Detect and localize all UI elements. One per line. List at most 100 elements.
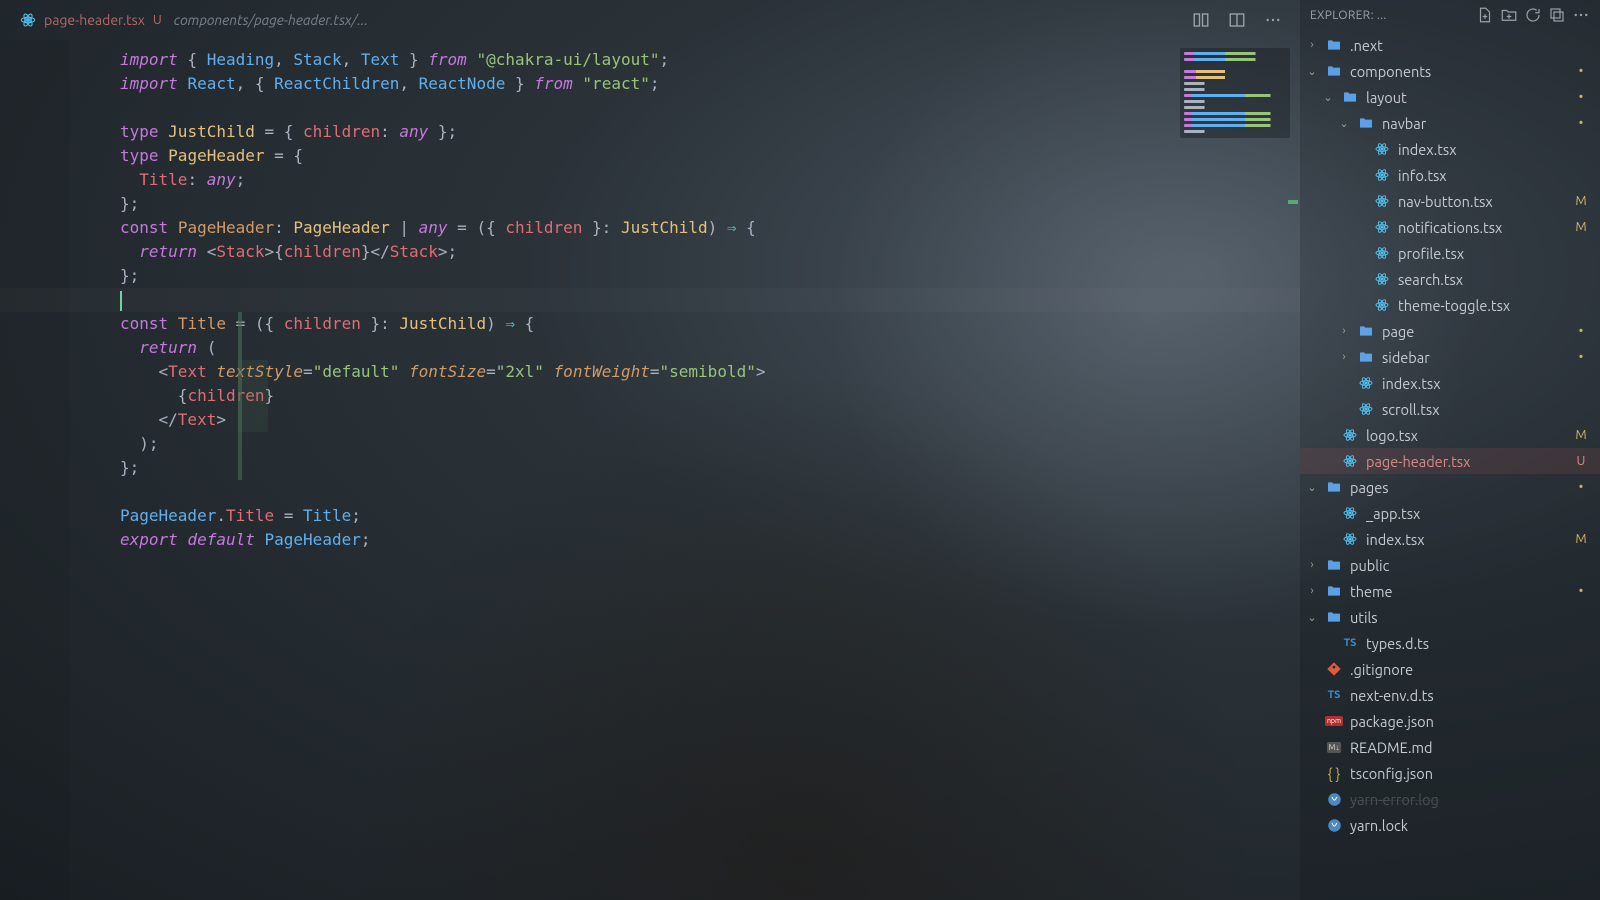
tree-file[interactable]: nav-button.tsxM xyxy=(1300,188,1600,214)
code-line[interactable]: import { Heading, Stack, Text } from "@c… xyxy=(120,48,1300,72)
code-line[interactable] xyxy=(120,480,1300,504)
code-line[interactable]: const PageHeader: PageHeader | any = ({ … xyxy=(120,216,1300,240)
tree-label: types.d.ts xyxy=(1366,635,1565,652)
git-icon xyxy=(1325,661,1343,677)
tree-label: yarn.lock xyxy=(1350,817,1565,834)
code-line[interactable]: }; xyxy=(120,456,1300,480)
tree-file[interactable]: scroll.tsx xyxy=(1300,396,1600,422)
react-icon xyxy=(1341,505,1359,521)
chevron-right-icon[interactable]: › xyxy=(1306,559,1318,571)
new-file-icon[interactable] xyxy=(1476,6,1494,24)
yarn-icon xyxy=(1325,792,1343,807)
folder-icon xyxy=(1325,63,1343,79)
code-line[interactable]: <Text textStyle="default" fontSize="2xl"… xyxy=(120,360,1300,384)
tree-file[interactable]: profile.tsx xyxy=(1300,240,1600,266)
code-editor[interactable]: import { Heading, Stack, Text } from "@c… xyxy=(0,40,1300,900)
chevron-down-icon[interactable]: ⌄ xyxy=(1306,611,1318,624)
folder-icon xyxy=(1357,115,1375,131)
tree-folder[interactable]: ⌄navbar• xyxy=(1300,110,1600,136)
tree-file[interactable]: index.tsx xyxy=(1300,136,1600,162)
tree-file[interactable]: npmpackage.json xyxy=(1300,708,1600,734)
file-tree: ›.next⌄components•⌄layout•⌄navbar•index.… xyxy=(1300,30,1600,900)
collapse-all-icon[interactable] xyxy=(1548,6,1566,24)
tree-file[interactable]: index.tsxM xyxy=(1300,526,1600,552)
tree-folder[interactable]: ⌄ pages • xyxy=(1300,474,1600,500)
chevron-right-icon[interactable]: › xyxy=(1306,585,1318,597)
tree-file[interactable]: theme-toggle.tsx xyxy=(1300,292,1600,318)
react-icon xyxy=(1341,427,1359,443)
tree-label: search.tsx xyxy=(1398,271,1565,288)
chevron-right-icon[interactable]: › xyxy=(1338,325,1350,337)
tree-folder[interactable]: ›sidebar• xyxy=(1300,344,1600,370)
tree-file[interactable]: _app.tsx xyxy=(1300,500,1600,526)
explorer-header: EXPLORER: ... xyxy=(1300,0,1600,30)
refresh-icon[interactable] xyxy=(1524,6,1542,24)
split-editor-icon[interactable] xyxy=(1228,11,1246,29)
chevron-down-icon[interactable]: ⌄ xyxy=(1322,91,1334,104)
git-status-badge: M xyxy=(1572,194,1590,208)
code-line[interactable]: }; xyxy=(120,264,1300,288)
tab-git-status: U xyxy=(153,13,162,27)
tree-folder[interactable]: ›theme• xyxy=(1300,578,1600,604)
git-status-badge: M xyxy=(1572,220,1590,234)
tree-file[interactable]: notifications.tsxM xyxy=(1300,214,1600,240)
tree-file[interactable]: yarn.lock xyxy=(1300,812,1600,838)
overview-ruler[interactable] xyxy=(1286,40,1300,900)
tree-file[interactable]: M↓README.md xyxy=(1300,734,1600,760)
code-line[interactable]: ); xyxy=(120,432,1300,456)
tree-file[interactable]: TStypes.d.ts xyxy=(1300,630,1600,656)
new-folder-icon[interactable] xyxy=(1500,6,1518,24)
tree-file[interactable]: logo.tsxM xyxy=(1300,422,1600,448)
tree-folder[interactable]: ⌄components• xyxy=(1300,58,1600,84)
tree-folder[interactable]: ›.next xyxy=(1300,32,1600,58)
react-icon xyxy=(20,12,36,28)
code-line[interactable]: Title: any; xyxy=(120,168,1300,192)
tree-label: utils xyxy=(1350,609,1565,626)
code-line[interactable]: const Title = ({ children }: JustChild) … xyxy=(120,312,1300,336)
tab-breadcrumb: components/page-header.tsx/... xyxy=(174,12,368,28)
git-status-badge: • xyxy=(1572,482,1590,492)
more-actions-icon[interactable] xyxy=(1264,11,1282,29)
code-line[interactable]: </Text> xyxy=(120,408,1300,432)
code-line[interactable] xyxy=(120,96,1300,120)
chevron-down-icon[interactable]: ⌄ xyxy=(1338,117,1350,130)
chevron-down-icon[interactable]: ⌄ xyxy=(1306,65,1318,78)
tree-folder[interactable]: ›public xyxy=(1300,552,1600,578)
chevron-right-icon[interactable]: › xyxy=(1306,39,1318,51)
code-line[interactable]: PageHeader.Title = Title; xyxy=(120,504,1300,528)
code-line[interactable]: {children} xyxy=(120,384,1300,408)
tree-file[interactable]: index.tsx xyxy=(1300,370,1600,396)
tree-file[interactable]: info.tsx xyxy=(1300,162,1600,188)
yarn-icon xyxy=(1325,818,1343,833)
code-line[interactable]: import React, { ReactChildren, ReactNode… xyxy=(120,72,1300,96)
tree-label: pages xyxy=(1350,479,1565,496)
tree-folder[interactable]: ⌄layout• xyxy=(1300,84,1600,110)
chevron-right-icon[interactable]: › xyxy=(1338,351,1350,363)
code-line[interactable]: return ( xyxy=(120,336,1300,360)
tree-folder[interactable]: ⌄ utils xyxy=(1300,604,1600,630)
code-line[interactable]: }; xyxy=(120,192,1300,216)
tree-file[interactable]: search.tsx xyxy=(1300,266,1600,292)
ts-icon: TS xyxy=(1325,689,1343,701)
chevron-down-icon[interactable]: ⌄ xyxy=(1306,481,1318,494)
code-line[interactable]: return <Stack>{children}</Stack>; xyxy=(120,240,1300,264)
git-status-badge: U xyxy=(1572,454,1590,468)
tree-file[interactable]: { }tsconfig.json xyxy=(1300,760,1600,786)
tree-file[interactable]: .gitignore xyxy=(1300,656,1600,682)
code-line[interactable]: export default PageHeader; xyxy=(120,528,1300,552)
minimap[interactable] xyxy=(1180,48,1290,138)
code-line[interactable] xyxy=(120,288,1300,312)
folder-icon xyxy=(1325,557,1343,573)
compare-changes-icon[interactable] xyxy=(1192,11,1210,29)
tree-folder[interactable]: ›page• xyxy=(1300,318,1600,344)
editor-tab-active[interactable]: page-header.tsx U components/page-header… xyxy=(8,0,380,40)
tree-file[interactable]: yarn-error.log xyxy=(1300,786,1600,812)
code-line[interactable]: type PageHeader = { xyxy=(120,144,1300,168)
tree-file[interactable]: TSnext-env.d.ts xyxy=(1300,682,1600,708)
tree-label: _app.tsx xyxy=(1366,505,1565,522)
folder-icon xyxy=(1325,37,1343,53)
explorer-more-icon[interactable] xyxy=(1572,6,1590,24)
tree-label: info.tsx xyxy=(1398,167,1565,184)
code-line[interactable]: type JustChild = { children: any }; xyxy=(120,120,1300,144)
tree-file[interactable]: page-header.tsxU xyxy=(1300,448,1600,474)
